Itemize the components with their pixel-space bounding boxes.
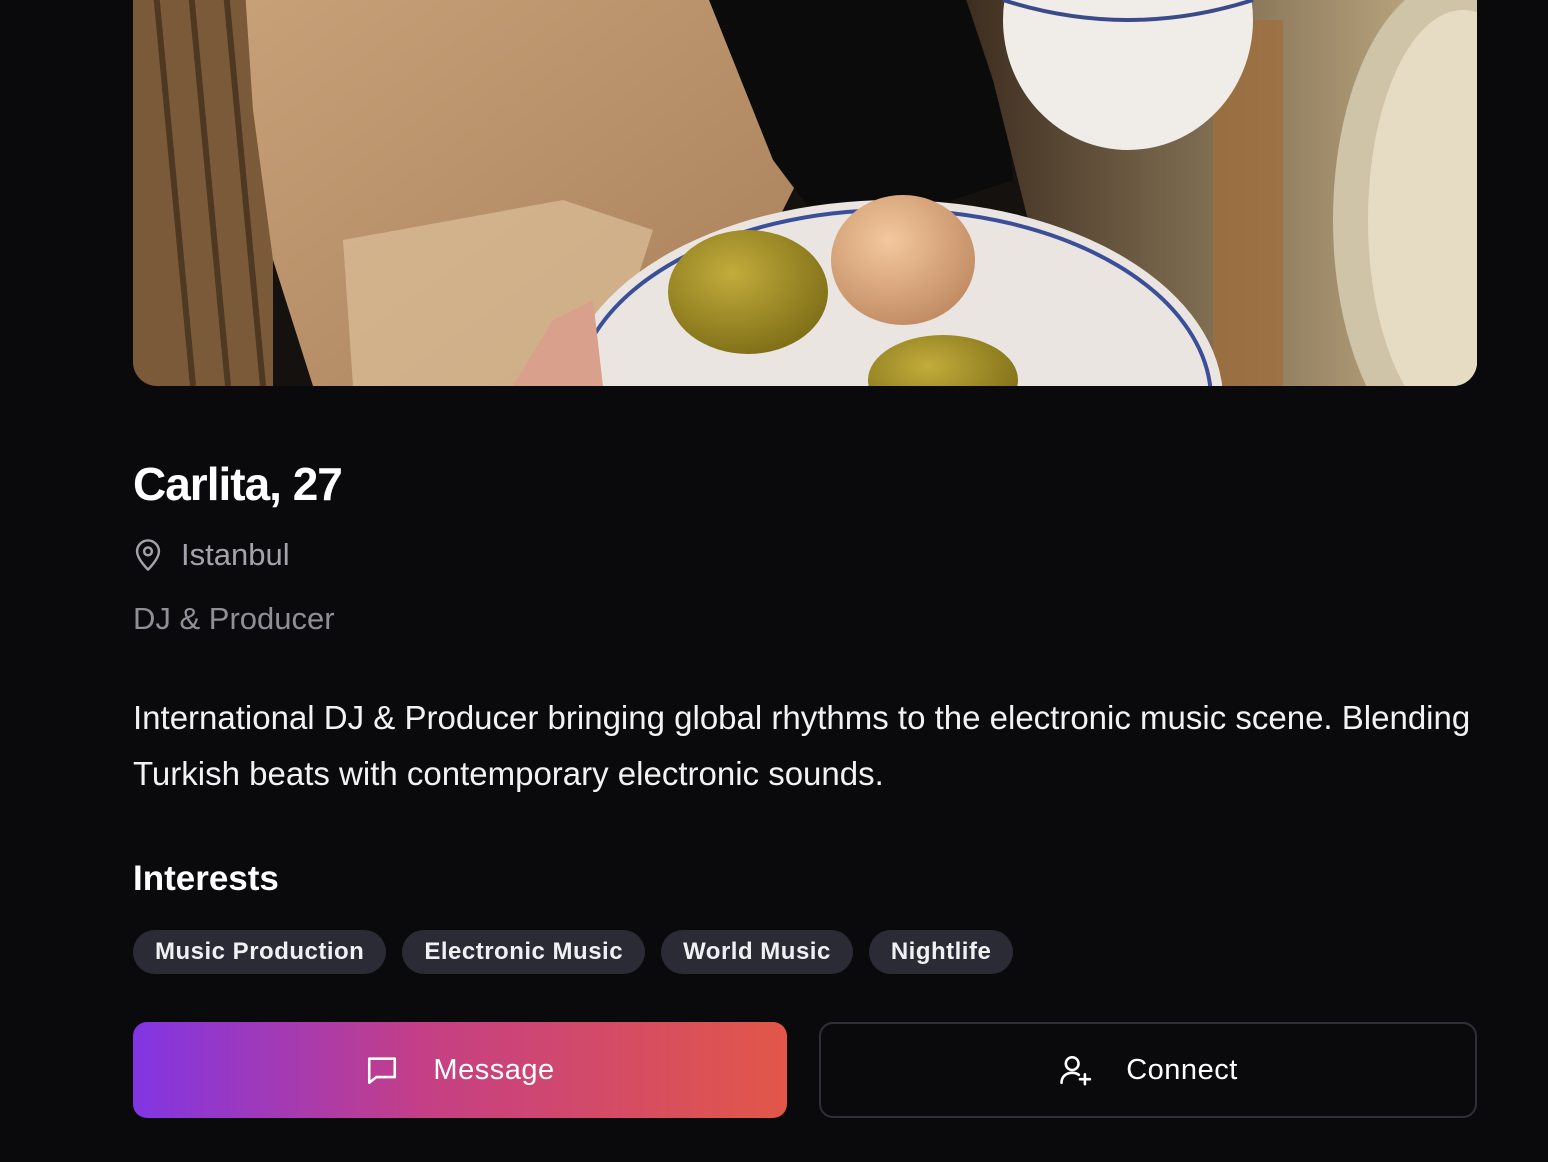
profile-page: Carlita, 27 Istanbul DJ & Producer Inter… xyxy=(0,0,1548,1162)
profile-photo[interactable] xyxy=(133,0,1477,386)
location-text: Istanbul xyxy=(181,537,290,572)
user-plus-icon xyxy=(1058,1053,1092,1087)
map-pin-icon xyxy=(133,538,163,572)
message-button-label: Message xyxy=(433,1053,555,1086)
interests-heading: Interests xyxy=(133,859,279,898)
profile-name: Carlita, 27 xyxy=(133,458,343,510)
connect-button-label: Connect xyxy=(1126,1053,1238,1086)
interest-chip: Electronic Music xyxy=(402,930,646,974)
profile-occupation: DJ & Producer xyxy=(133,601,335,636)
message-button[interactable]: Message xyxy=(133,1022,787,1118)
interests-list: Music Production Electronic Music World … xyxy=(133,930,1014,974)
interest-chip: Music Production xyxy=(133,930,387,974)
profile-photo-image xyxy=(133,0,1477,386)
interest-chip: World Music xyxy=(661,930,853,974)
interest-chip: Nightlife xyxy=(868,930,1014,974)
profile-bio: International DJ & Producer bringing glo… xyxy=(133,699,1471,792)
message-square-icon xyxy=(365,1053,399,1087)
connect-button[interactable]: Connect xyxy=(819,1022,1477,1118)
profile-location: Istanbul xyxy=(133,534,290,576)
